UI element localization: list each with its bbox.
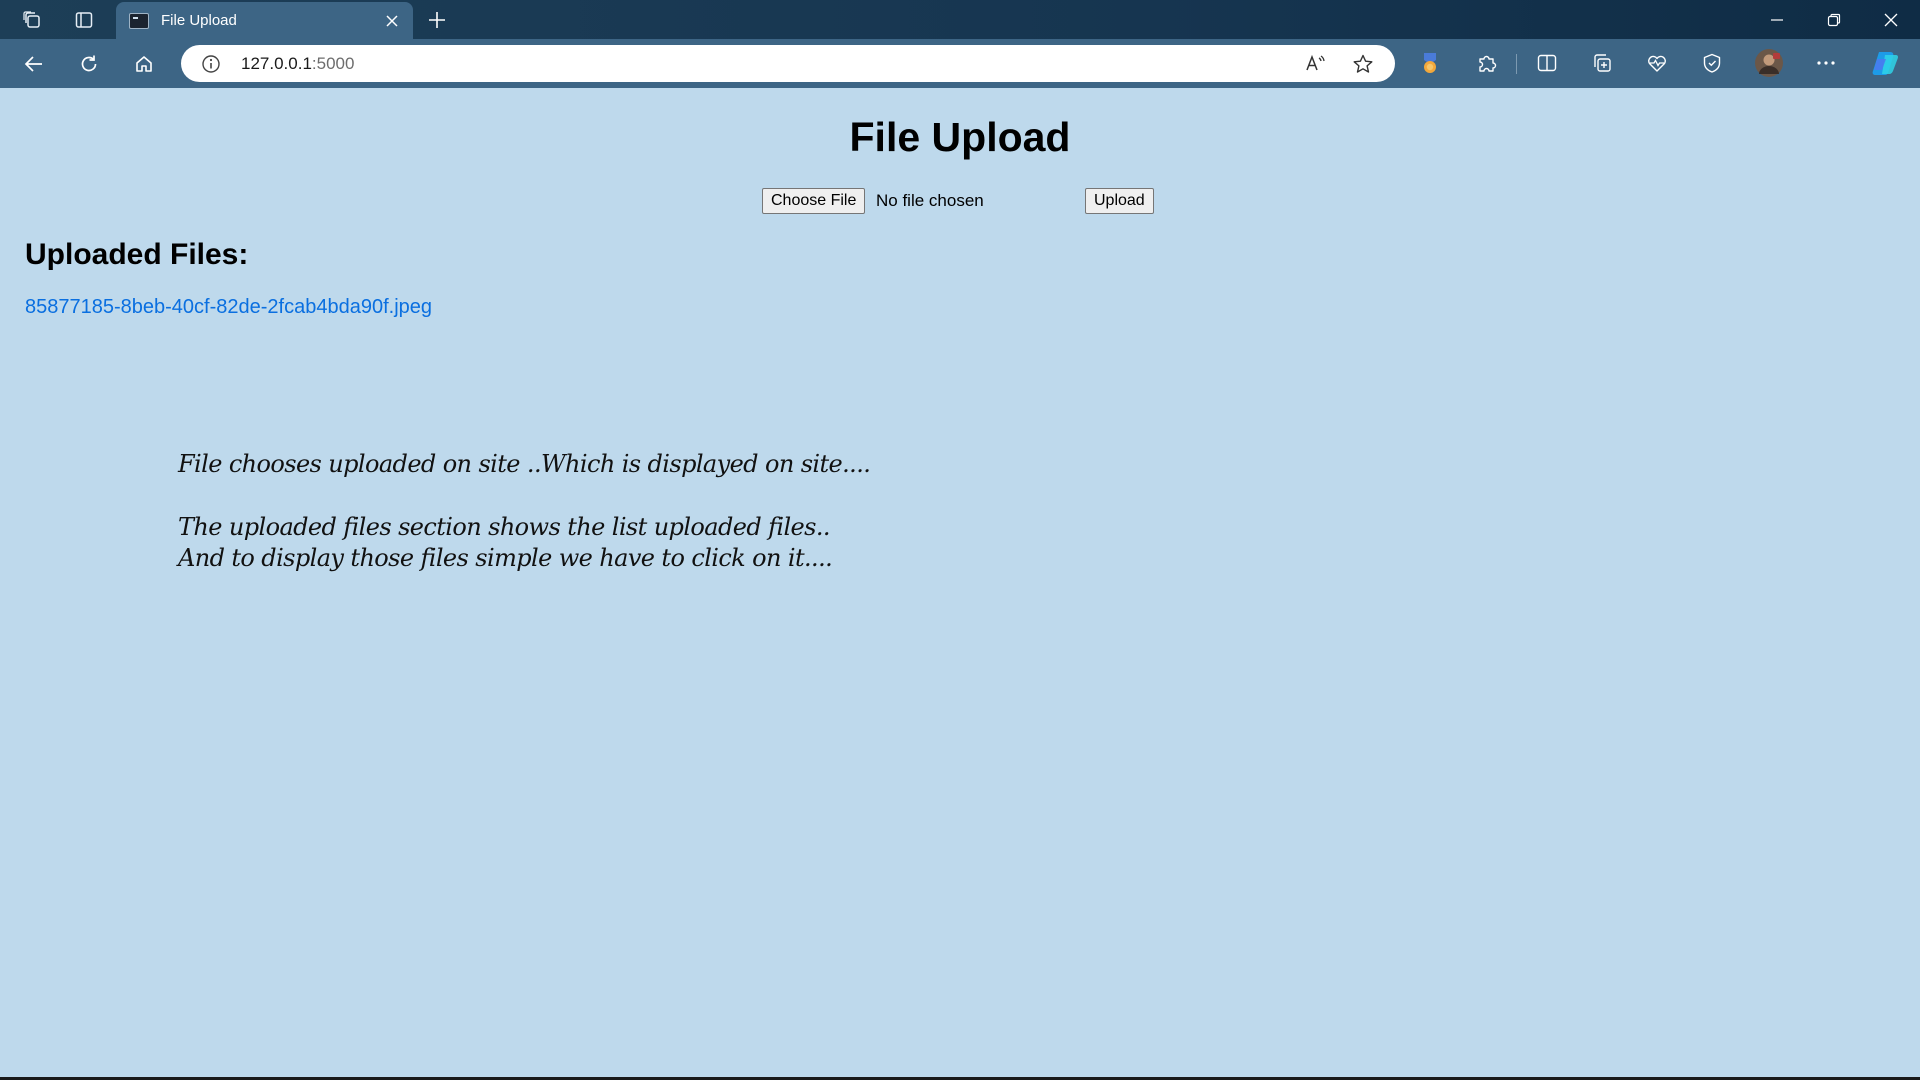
back-arrow-icon[interactable] <box>16 47 52 81</box>
minimize-icon[interactable] <box>1748 0 1805 39</box>
collections-icon[interactable] <box>1585 46 1619 80</box>
file-status-text: No file chosen <box>876 191 984 210</box>
puzzle-icon[interactable] <box>1470 46 1504 80</box>
plus-icon[interactable] <box>420 4 454 36</box>
star-icon[interactable] <box>1351 52 1375 76</box>
heart-pulse-icon[interactable] <box>1640 46 1674 80</box>
url-port: :5000 <box>311 54 355 73</box>
page-content: File Upload Choose File No file chosen U… <box>0 88 1920 1078</box>
tab-title: File Upload <box>161 12 237 29</box>
read-aloud-icon[interactable] <box>1303 52 1327 76</box>
address-bar[interactable]: 127.0.0.1:5000 <box>181 45 1395 82</box>
page-title: File Upload <box>849 114 1071 160</box>
refresh-icon[interactable] <box>71 47 107 81</box>
url-text[interactable]: 127.0.0.1:5000 <box>241 54 354 74</box>
url-host: 127.0.0.1 <box>241 54 312 73</box>
workspaces-icon[interactable] <box>12 4 52 36</box>
browser-titlebar: File Upload <box>0 0 1920 39</box>
restore-icon[interactable] <box>1805 0 1862 39</box>
close-tab-icon[interactable] <box>377 6 407 36</box>
avatar[interactable] <box>1752 46 1786 80</box>
tab-actions-icon[interactable] <box>64 4 104 36</box>
uploaded-files-heading: Uploaded Files: <box>25 238 249 271</box>
shield-icon[interactable] <box>1695 46 1729 80</box>
choose-file-button[interactable]: Choose File <box>762 188 866 214</box>
note-line: The uploaded files section shows the lis… <box>178 513 831 541</box>
split-screen-icon[interactable] <box>1530 46 1564 80</box>
upload-button[interactable]: Upload <box>1085 188 1154 214</box>
toolbar-divider <box>1516 54 1517 74</box>
info-icon[interactable] <box>201 54 221 79</box>
copilot-icon[interactable] <box>1868 46 1902 80</box>
uploaded-file-link[interactable]: 85877185-8beb-40cf-82de-2fcab4bda90f.jpe… <box>25 296 432 319</box>
terminal-favicon-icon <box>129 12 149 29</box>
note-line: File chooses uploaded on site ..Which is… <box>178 450 871 478</box>
more-icon[interactable] <box>1809 46 1843 80</box>
close-window-icon[interactable] <box>1862 0 1919 39</box>
rewards-icon[interactable] <box>1413 46 1447 80</box>
note-line: And to display those files simple we hav… <box>178 544 833 572</box>
home-icon[interactable] <box>126 47 162 81</box>
tab-file-upload[interactable]: File Upload <box>116 2 413 39</box>
